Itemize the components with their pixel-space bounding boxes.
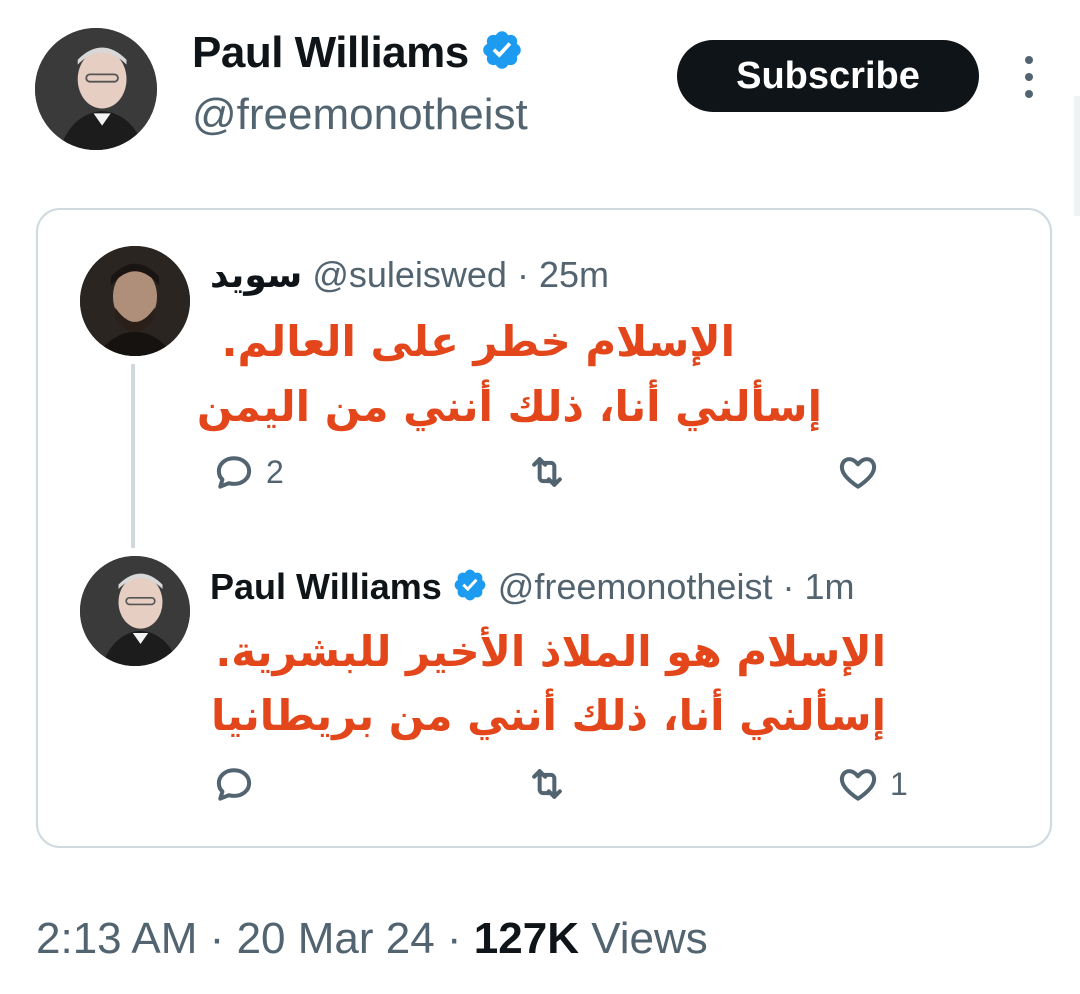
separator-dot: ·	[209, 914, 225, 963]
reply-author-avatar[interactable]	[80, 556, 190, 666]
tweet-text-line: الإسلام خطر على العالم.	[221, 317, 735, 366]
quoted-author-avatar[interactable]	[80, 246, 190, 356]
views-count[interactable]: 127K	[474, 914, 579, 963]
tweet-age[interactable]: 1m	[805, 566, 855, 607]
reply-button[interactable]: 2	[212, 450, 284, 494]
reply-author-name[interactable]: Paul Williams	[210, 566, 442, 607]
tweet-meta: 2:13 AM · 20 Mar 24 · 127K Views	[36, 914, 708, 964]
quoted-author-handle[interactable]: @suleiswed	[312, 254, 507, 295]
views-label: Views	[591, 914, 708, 963]
thread-connector-line	[131, 364, 135, 548]
more-vertical-icon[interactable]	[1018, 56, 1040, 100]
separator-dot: ·	[516, 254, 529, 295]
separator-dot: ·	[446, 914, 462, 963]
tweet-time[interactable]: 2:13 AM	[36, 914, 197, 963]
reply-icon	[216, 456, 252, 489]
separator-dot: ·	[782, 566, 795, 607]
heart-icon	[839, 457, 877, 489]
reply-icon	[216, 768, 252, 801]
tweet-age[interactable]: 25m	[539, 254, 609, 295]
tweet-date[interactable]: 20 Mar 24	[237, 914, 435, 963]
reply-button[interactable]	[212, 762, 266, 806]
tweet-text-line: إسألني أنا، ذلك أنني من بريطانيا	[211, 691, 886, 740]
author-handle[interactable]: @freemonotheist	[192, 90, 528, 140]
like-button[interactable]: 1	[836, 762, 908, 806]
verified-badge-icon	[480, 28, 524, 83]
like-count: 1	[890, 765, 908, 802]
retweet-button[interactable]	[525, 762, 569, 806]
reply-tweet-header: Paul Williams @freemonotheist · 1m	[210, 566, 855, 612]
scroll-edge	[1074, 96, 1080, 216]
like-button[interactable]	[836, 450, 890, 494]
author-avatar[interactable]	[35, 28, 157, 150]
author-name-text[interactable]: Paul Williams	[192, 28, 469, 77]
retweet-button[interactable]	[525, 450, 569, 494]
verified-badge-icon	[452, 567, 488, 612]
retweet-icon	[532, 457, 562, 487]
tweet-text-line: إسألني أنا، ذلك أنني من اليمن	[196, 382, 822, 431]
retweet-icon	[532, 769, 562, 799]
reply-author-handle[interactable]: @freemonotheist	[498, 566, 773, 607]
author-name[interactable]: Paul Williams	[192, 28, 524, 83]
quoted-author-name[interactable]: سويد	[210, 254, 302, 295]
reply-count: 2	[266, 453, 284, 490]
quoted-tweet-header: سويد @suleiswed · 25m	[210, 254, 609, 296]
subscribe-button[interactable]: Subscribe	[677, 40, 979, 112]
heart-icon	[839, 769, 877, 801]
tweet-text-line: الإسلام هو الملاذ الأخير للبشرية.	[215, 627, 886, 676]
